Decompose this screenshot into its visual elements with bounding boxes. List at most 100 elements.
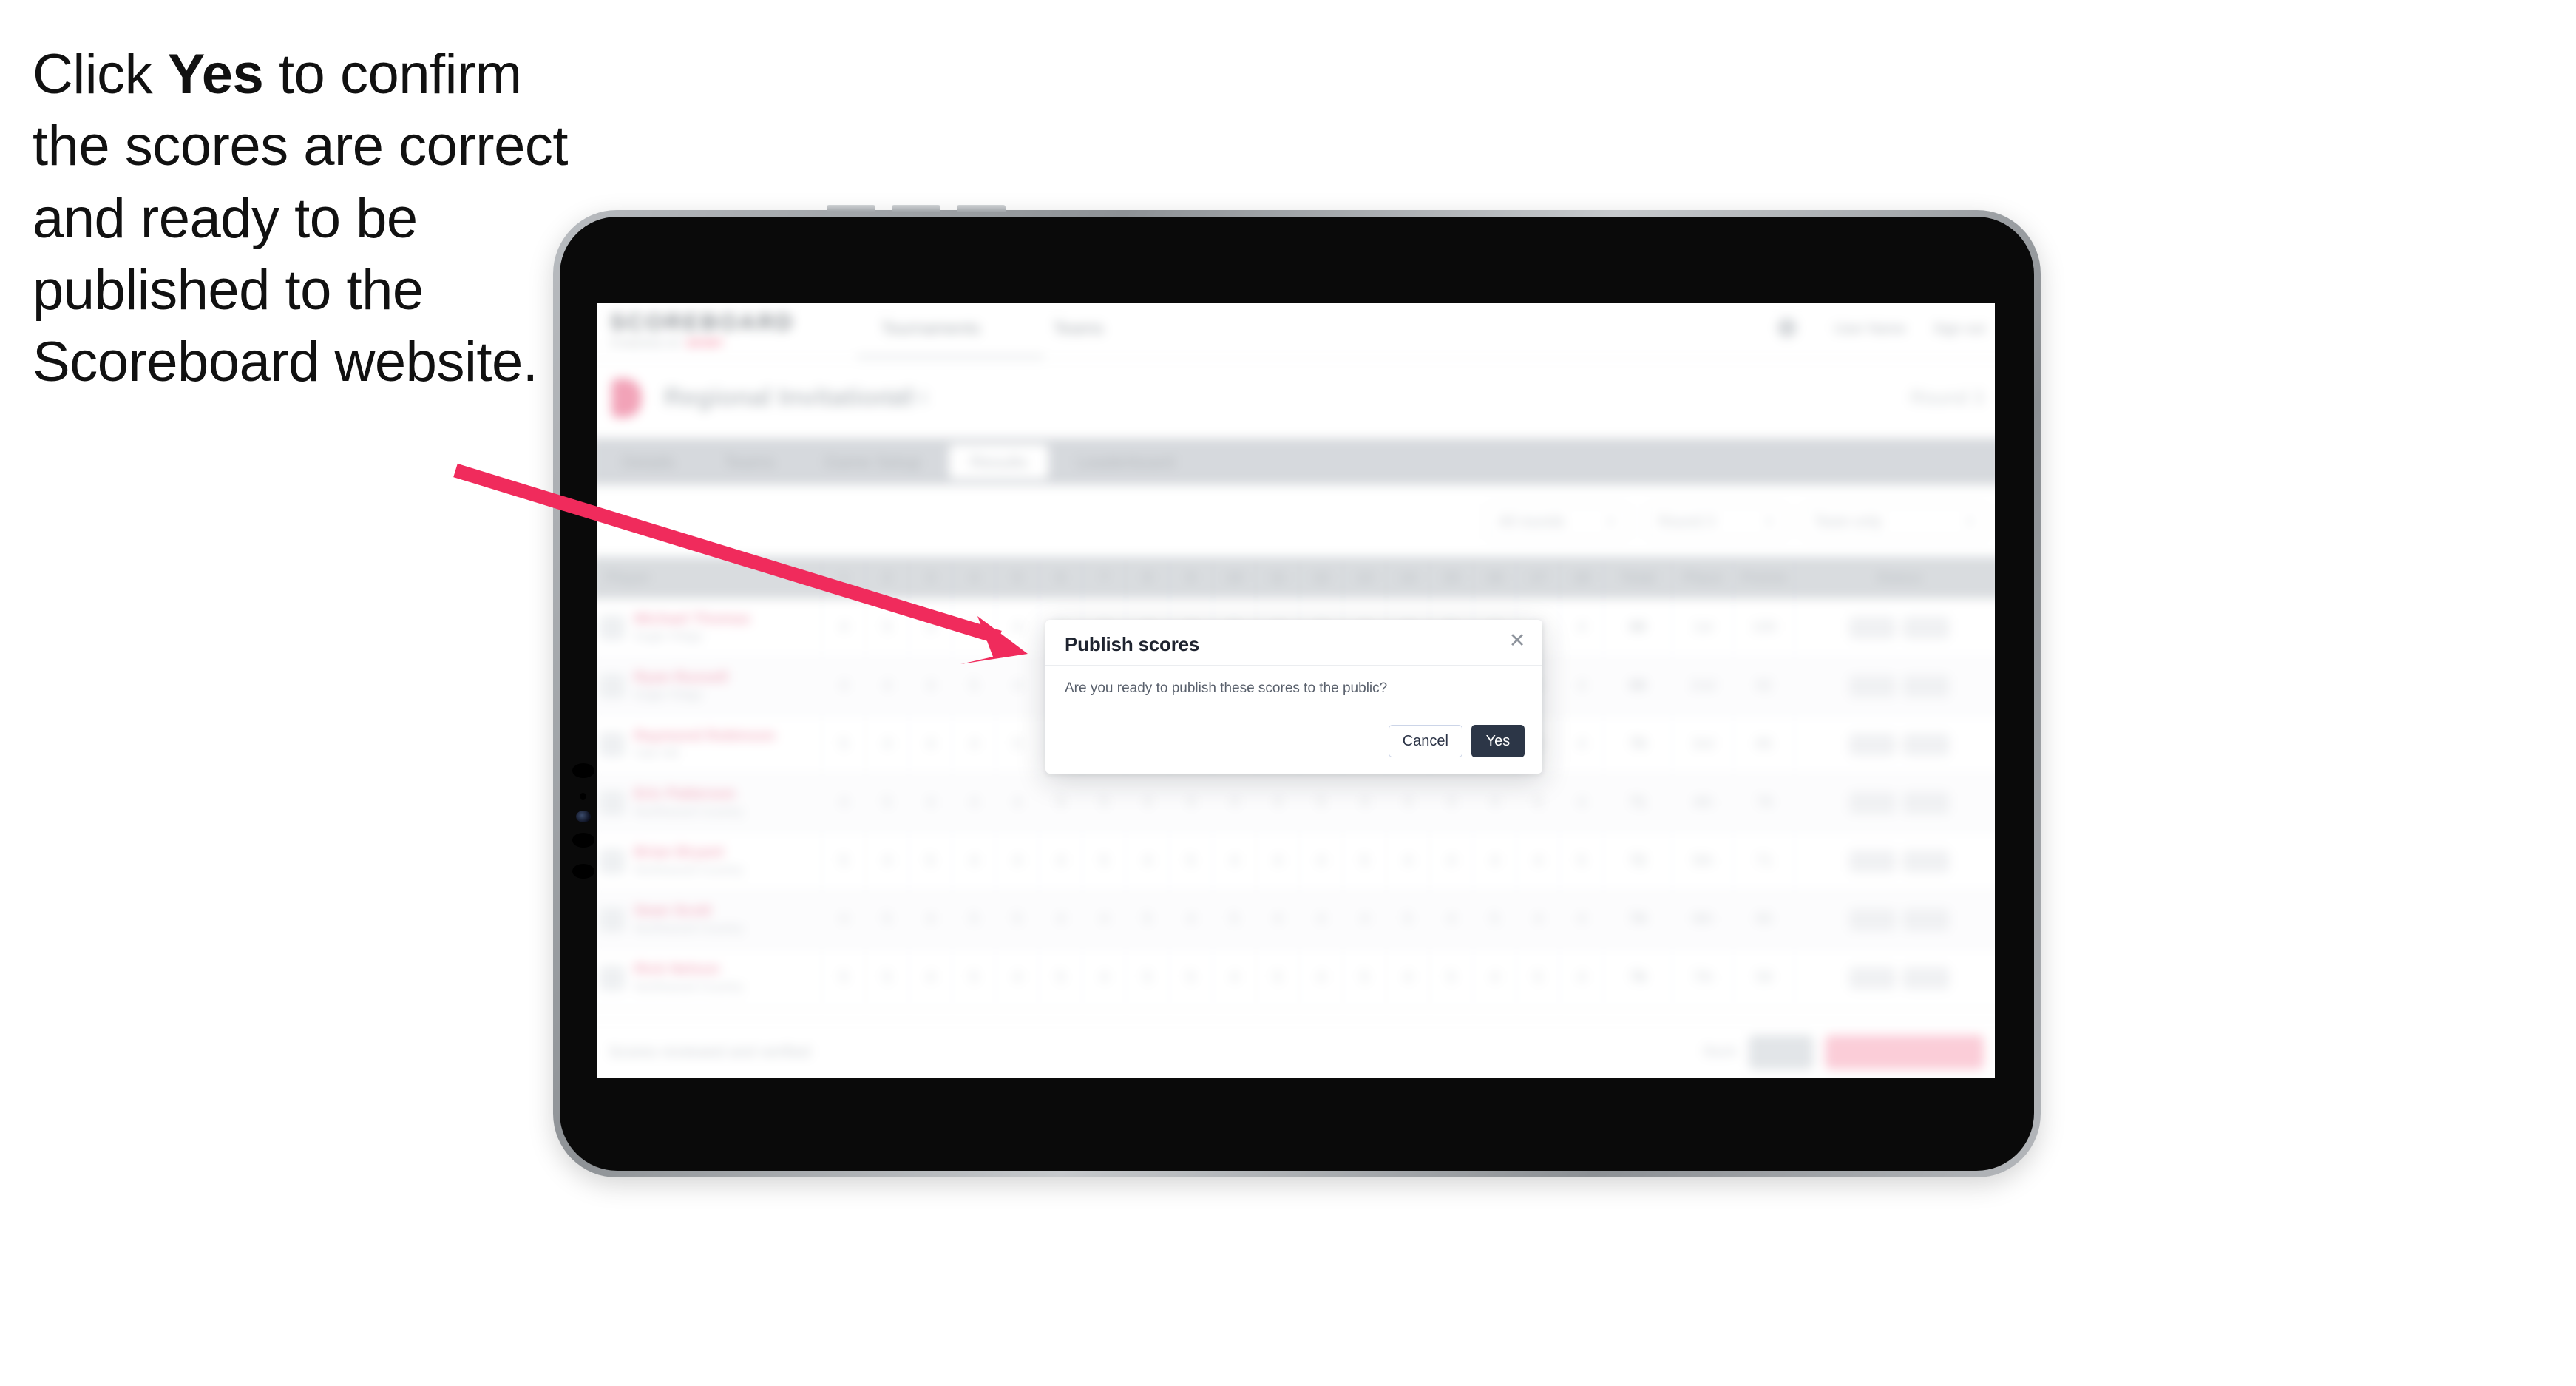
instruction-caption: Click Yes to confirm the scores are corr… <box>33 38 580 398</box>
column-header-points: Points <box>1734 556 1796 599</box>
cell-hole-score: 4 <box>996 949 1040 1007</box>
filter-round[interactable]: Round 3 ▼ <box>1645 504 1788 539</box>
cell-player: Raymond Robinson Oak Hill <box>597 715 823 774</box>
tab-game-setup[interactable]: Game Setup <box>803 444 941 479</box>
cell-player: Michael Thomas Eagle Ridge <box>597 598 823 657</box>
brand-logo: SCOREBOARD <box>609 310 795 336</box>
player-team: Northwood Country <box>634 863 744 878</box>
cell-hole-score: 5 <box>866 890 909 949</box>
cell-hole-score: 5 <box>909 832 953 890</box>
column-header-hole-18: 18 <box>1560 556 1604 599</box>
player-team: Northwood Country <box>634 922 744 936</box>
cell-status <box>1795 599 1995 657</box>
cell-hole-score: 4 <box>1213 949 1257 1007</box>
close-icon[interactable]: ✕ <box>1505 629 1529 652</box>
device-top-button-3[interactable] <box>957 205 1006 212</box>
cell-hole-score: 5 <box>866 949 909 1007</box>
back-link[interactable]: Back <box>1704 1044 1737 1061</box>
cell-hole-score: 4 <box>1560 715 1604 774</box>
device-top-button-2[interactable] <box>892 205 940 212</box>
tab-results[interactable]: Results <box>949 444 1048 479</box>
cell-hole-score: 4 <box>1170 774 1213 832</box>
status-badge-secondary <box>1902 850 1950 873</box>
filter-rounds[interactable]: All rounds ▼ <box>1485 504 1630 539</box>
cell-total: 70 <box>1604 715 1673 774</box>
device-side-speaker-3 <box>572 864 594 879</box>
column-header-hole-15: 15 <box>1430 556 1474 599</box>
cell-hole-score: 5 <box>952 949 997 1007</box>
cell-hole-score: 4 <box>1040 890 1083 949</box>
column-header-hole-5: 5 <box>996 556 1040 599</box>
page-title-bar: Regional Invitational 2024 Round 3 <box>597 359 1995 439</box>
cell-hole-score: 5 <box>1040 949 1083 1007</box>
device-top-button-1[interactable] <box>827 205 875 212</box>
nav-item-teams[interactable]: Teams <box>1053 318 1104 338</box>
cell-hole-score: 4 <box>1083 949 1127 1007</box>
cell-hole-score: 4 <box>1560 949 1604 1007</box>
player-name: Michael Thomas <box>634 611 750 628</box>
dialog-header: Publish scores ✕ <box>1045 620 1542 666</box>
player-team: Northwood Country <box>634 805 744 819</box>
trophy-icon <box>611 378 642 418</box>
cell-hole-score: 5 <box>1343 832 1387 890</box>
filter-rounds-label: All rounds <box>1498 513 1565 530</box>
player-name: Eric Patterson <box>634 785 736 803</box>
table-row[interactable]: Brian Bryant Northwood Country 5 4 5 4 4 4 5 4 5 4 4… <box>597 832 1995 891</box>
cell-points: 71 <box>1734 832 1796 890</box>
cell-status <box>1795 890 1995 948</box>
tab-details[interactable]: Details <box>601 444 696 479</box>
table-row[interactable]: Sean Scott Northwood Country 4 5 4 5 5 4 4 5 4 5 4 4 4… <box>597 890 1995 950</box>
table-toolbar: All rounds ▼ Round 3 ▼ Team only ▼ <box>597 484 1995 557</box>
cell-hole-score: 4 <box>1430 774 1474 832</box>
sign-out-link[interactable]: Sign out <box>1933 321 1985 337</box>
cell-hole-score: 5 <box>822 715 867 774</box>
filter-team[interactable]: Team only ▼ <box>1801 504 1989 539</box>
table-row[interactable]: Rick Nelson Northwood Country 5 5 4 5 4 5 4 5 5 4 5 4… <box>597 949 1995 1008</box>
cell-hole-score: 4 <box>909 890 953 949</box>
cell-hole-score: 4 <box>1386 774 1431 832</box>
tab-teams[interactable]: Teams <box>703 444 796 479</box>
user-avatar-icon[interactable] <box>1777 318 1797 338</box>
cell-hole-score: 4 <box>1430 890 1474 949</box>
brand-tagline-accent: SPORT <box>686 337 725 349</box>
cell-hole-score: 4 <box>1474 774 1517 832</box>
cell-points: 78 <box>1734 774 1796 832</box>
column-header-place: Place <box>1672 556 1735 599</box>
account-name[interactable]: User Name <box>1834 321 1906 337</box>
cell-hole-score: 4 <box>996 832 1040 890</box>
cell-hole-score: 5 <box>1430 949 1474 1007</box>
cell-hole-score: 4 <box>996 598 1040 657</box>
dialog-actions: Cancel Yes <box>1388 725 1525 757</box>
cell-hole-score: 4 <box>952 715 997 774</box>
status-badge-secondary <box>1902 675 1950 697</box>
confirm-yes-button[interactable]: Yes <box>1471 725 1525 757</box>
avatar <box>599 790 626 816</box>
tab-leaderboard[interactable]: Leaderboard <box>1056 444 1196 479</box>
cell-hole-score: 4 <box>1430 832 1474 890</box>
cell-place: 2nd <box>1672 657 1735 715</box>
brand-tagline: POWERED BY SPORT <box>610 337 724 348</box>
avatar <box>599 615 626 640</box>
column-header-hole-1: 1 <box>822 556 867 599</box>
save-button[interactable] <box>1749 1035 1814 1069</box>
cell-hole-score: 5 <box>1256 949 1301 1007</box>
instruction-text-before: Click <box>33 43 168 106</box>
status-badge <box>1848 907 1896 931</box>
nav-item-tournaments[interactable]: Tournaments <box>881 318 980 338</box>
cell-hole-score: 5 <box>1517 949 1561 1007</box>
app-header: SCOREBOARD POWERED BY SPORT Tournaments … <box>597 303 1995 359</box>
table-row[interactable]: Eric Patterson Northwood Country 4 5 4 4 4 5 5 4 4… <box>597 774 1995 833</box>
cell-hole-score: 4 <box>1560 774 1604 832</box>
cell-hole-score: 4 <box>1213 832 1257 890</box>
cancel-button[interactable]: Cancel <box>1388 725 1462 757</box>
cell-hole-score: 4 <box>1386 949 1431 1007</box>
player-team: Eagle Ridge <box>634 629 704 644</box>
cell-hole-score: 5 <box>1343 949 1387 1007</box>
cell-player: Ryan Russell Eagle Ridge <box>597 657 823 715</box>
cell-hole-score: 5 <box>1126 890 1170 949</box>
publish-to-scoreboard-button[interactable] <box>1825 1035 1984 1069</box>
cell-player: Sean Scott Northwood Country <box>597 890 823 949</box>
cell-hole-score: 4 <box>866 657 909 715</box>
cell-hole-score: 5 <box>1170 832 1213 890</box>
cell-place: 1st <box>1672 598 1735 657</box>
